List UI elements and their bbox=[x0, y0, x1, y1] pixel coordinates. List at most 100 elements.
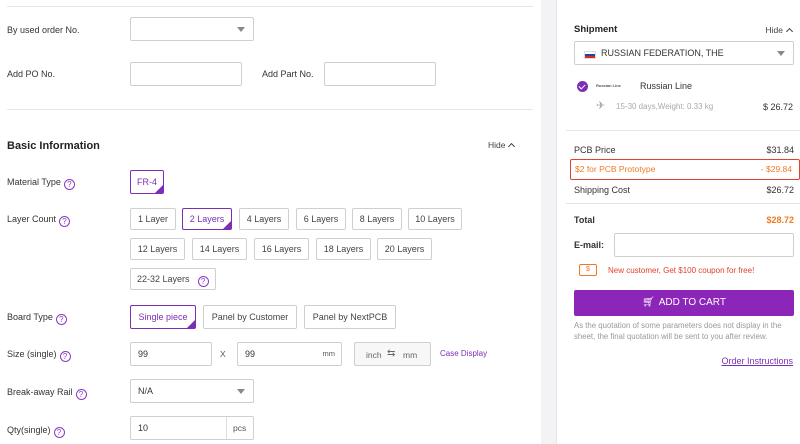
layer-option[interactable]: 20 Layers bbox=[377, 238, 432, 260]
divider bbox=[7, 6, 533, 7]
breakaway-value: N/A bbox=[138, 386, 154, 396]
layer-option[interactable]: 1 Layer bbox=[130, 208, 176, 230]
material-option-fr4[interactable]: FR-4 bbox=[130, 170, 164, 194]
breakaway-select[interactable]: N/A bbox=[130, 379, 254, 403]
shipment-title: Shipment bbox=[574, 24, 618, 35]
layer-option[interactable]: 10 Layers bbox=[408, 208, 462, 230]
case-display-link[interactable]: Case Display bbox=[440, 349, 487, 358]
size-width-input[interactable]: 99 bbox=[130, 342, 212, 366]
layer-option[interactable]: 18 Layers bbox=[316, 238, 371, 260]
country-value: RUSSIAN FEDERATION, THE bbox=[601, 48, 724, 58]
pcb-price-value: $31.84 bbox=[766, 145, 794, 155]
board-option[interactable]: Panel by NextPCB bbox=[304, 305, 396, 329]
order-summary: Shipment Hide RUSSIAN FEDERATION, THE Ru… bbox=[556, 0, 800, 444]
promo-value: - $29.84 bbox=[760, 164, 792, 174]
help-icon[interactable]: ? bbox=[55, 314, 67, 325]
carrier-radio-checked[interactable] bbox=[577, 81, 588, 92]
used-order-label: By used order No. bbox=[7, 25, 80, 35]
size-times: X bbox=[220, 349, 226, 359]
shipping-price: $ 26.72 bbox=[762, 102, 793, 112]
plane-icon: ✈ bbox=[596, 100, 606, 112]
unit-toggle[interactable]: inch ⇆ mm bbox=[354, 342, 431, 366]
size-unit: mm bbox=[322, 349, 336, 358]
divider bbox=[226, 417, 227, 439]
promo-row: $2 for PCB Prototype - $29.84 bbox=[570, 159, 800, 180]
email-label: E-mail: bbox=[574, 240, 605, 250]
help-icon[interactable]: ? bbox=[63, 179, 75, 190]
coupon-icon: $ bbox=[579, 264, 597, 276]
email-input[interactable] bbox=[614, 233, 794, 257]
breakaway-label: Break-away Rail? bbox=[7, 387, 87, 400]
used-order-select[interactable] bbox=[130, 17, 254, 41]
unit-inch: inch bbox=[366, 350, 382, 360]
qty-value: 10 bbox=[138, 423, 149, 433]
part-label: Add Part No. bbox=[262, 69, 314, 79]
help-icon[interactable]: ? bbox=[59, 351, 71, 362]
size-height-input[interactable]: 99 mm bbox=[237, 342, 342, 366]
hide-label: Hide bbox=[765, 25, 783, 35]
shipping-cost-value: $26.72 bbox=[766, 185, 794, 195]
coupon-text[interactable]: New customer, Get $100 coupon for free! bbox=[608, 266, 754, 275]
size-height-value: 99 bbox=[245, 349, 256, 359]
layer-option[interactable]: 6 Layers bbox=[296, 208, 346, 230]
total-value: $28.72 bbox=[766, 215, 794, 225]
country-select[interactable]: RUSSIAN FEDERATION, THE bbox=[574, 41, 794, 65]
qty-label-text: Qty(single) bbox=[7, 425, 51, 435]
shipping-cost-label: Shipping Cost bbox=[574, 185, 631, 195]
layer-option-22-32[interactable]: 22-32 Layers? bbox=[130, 268, 216, 290]
hide-section-button[interactable]: Hide bbox=[488, 140, 516, 151]
qty-unit: pcs bbox=[233, 423, 247, 433]
material-label-text: Material Type bbox=[7, 177, 61, 187]
pcb-price-row: PCB Price $31.84 bbox=[574, 145, 794, 155]
total-label: Total bbox=[574, 215, 595, 225]
promo-label: $2 for PCB Prototype bbox=[575, 164, 656, 174]
delivery-info: 15-30 days,Weight: 0.33 kg bbox=[616, 102, 714, 111]
po-label: Add PO No. bbox=[7, 69, 56, 79]
board-option[interactable]: Panel by Customer bbox=[203, 305, 297, 329]
divider bbox=[7, 109, 533, 110]
board-label-text: Board Type bbox=[7, 312, 53, 322]
board-label: Board Type? bbox=[7, 312, 67, 325]
size-label-text: Size (single) bbox=[7, 349, 57, 359]
carrier-logo: Russian Line bbox=[596, 83, 621, 88]
layer-option[interactable]: 8 Layers bbox=[352, 208, 402, 230]
material-label: Material Type? bbox=[7, 177, 75, 190]
quote-form: By used order No. Add PO No. Add Part No… bbox=[0, 0, 541, 444]
add-to-cart-button[interactable]: 🛒︎ ADD TO CART bbox=[574, 290, 794, 316]
layer-option-selected[interactable]: 2 Layers bbox=[182, 208, 232, 230]
qty-label: Qty(single)? bbox=[7, 425, 65, 438]
pcb-price-label: PCB Price bbox=[574, 145, 616, 155]
size-width-value: 99 bbox=[138, 349, 149, 359]
chevron-up-icon bbox=[508, 142, 516, 151]
board-option-selected[interactable]: Single piece bbox=[130, 305, 196, 329]
hide-label: Hide bbox=[488, 140, 506, 150]
help-icon[interactable]: ? bbox=[59, 216, 71, 227]
shipping-cost-row: Shipping Cost $26.72 bbox=[574, 185, 794, 195]
size-label: Size (single)? bbox=[7, 349, 71, 362]
breakaway-label-text: Break-away Rail bbox=[7, 387, 73, 397]
part-input[interactable] bbox=[324, 62, 436, 86]
quotation-note: As the quotation of some parameters does… bbox=[574, 321, 782, 341]
layer-option[interactable]: 16 Layers bbox=[254, 238, 309, 260]
chevron-down-icon bbox=[237, 27, 245, 32]
po-input[interactable] bbox=[130, 62, 242, 86]
help-icon[interactable]: ? bbox=[53, 427, 65, 438]
qty-input[interactable]: 10 pcs bbox=[130, 416, 254, 440]
swap-icon: ⇆ bbox=[387, 348, 396, 359]
layer-option[interactable]: 14 Layers bbox=[192, 238, 247, 260]
chevron-down-icon bbox=[777, 51, 785, 56]
help-icon[interactable]: ? bbox=[197, 276, 209, 287]
hide-shipment-button[interactable]: Hide bbox=[765, 25, 794, 36]
cart-icon: 🛒︎ bbox=[642, 297, 655, 308]
help-icon[interactable]: ? bbox=[75, 389, 87, 400]
chevron-down-icon bbox=[237, 389, 245, 394]
layer-option[interactable]: 12 Layers bbox=[130, 238, 185, 260]
layer-label-text: Layer Count bbox=[7, 214, 57, 224]
total-row: Total $28.72 bbox=[574, 215, 794, 225]
layer-option-label: 22-32 Layers bbox=[137, 274, 190, 284]
add-to-cart-label: ADD TO CART bbox=[658, 297, 726, 308]
carrier-name: Russian Line bbox=[640, 81, 693, 91]
layer-option[interactable]: 4 Layers bbox=[239, 208, 289, 230]
unit-mm: mm bbox=[403, 350, 418, 360]
order-instructions-link[interactable]: Order Instructions bbox=[721, 356, 793, 366]
